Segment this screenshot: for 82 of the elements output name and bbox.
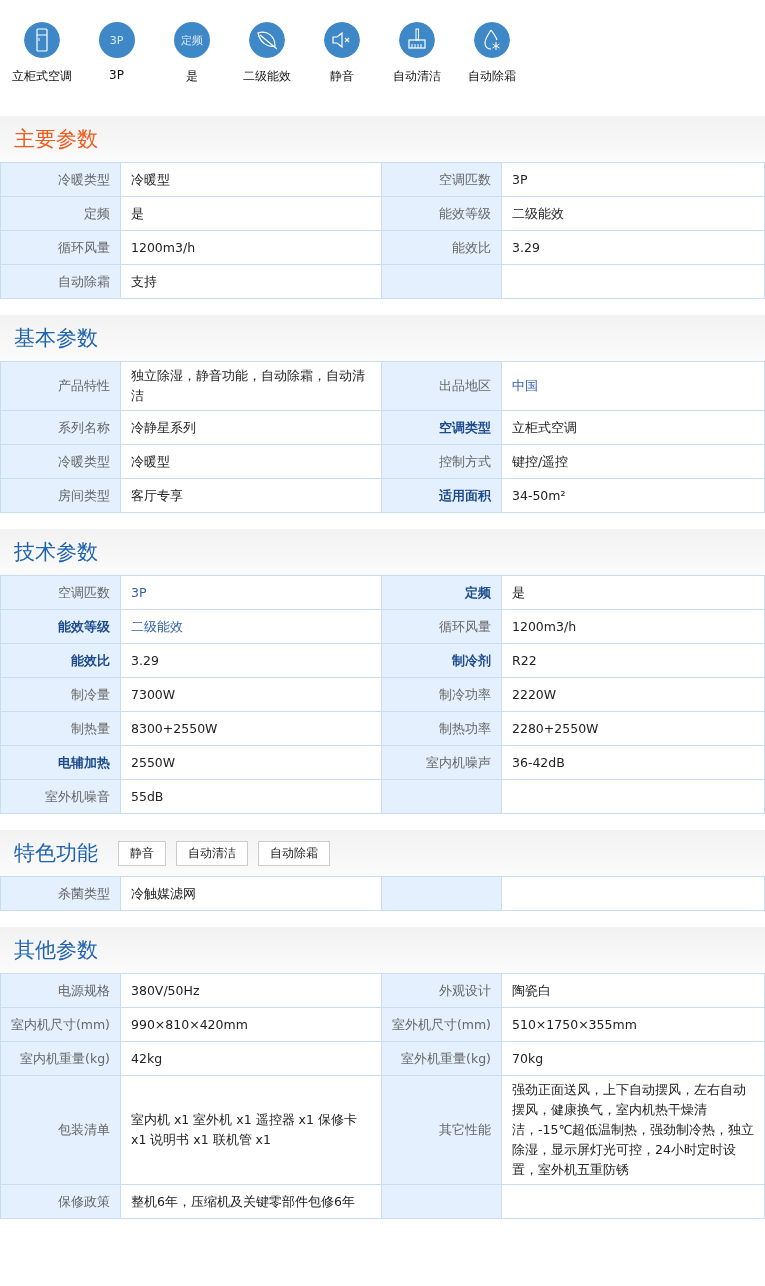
feature-tag: 自动除霜 [258, 840, 330, 866]
spec-value: 1200m3/h [502, 610, 765, 644]
spec-value: 3P [502, 163, 765, 197]
spec-label: 能效等级 [382, 197, 502, 231]
spec-value: 整机6年，压缩机及关键零部件包修6年 [121, 1185, 382, 1219]
spec-label: 空调匹数 [382, 163, 502, 197]
feature-tag: 静音 [118, 840, 166, 866]
spec-label: 保修政策 [1, 1185, 121, 1219]
spec-label: 制热功率 [382, 712, 502, 746]
spec-label: 出品地区 [382, 362, 502, 411]
feature-caption: 静音 [329, 68, 354, 85]
spec-value: 键控/遥控 [502, 445, 765, 479]
spec-label: 室外机重量(kg) [382, 1042, 502, 1076]
spec-label: 电辅加热 [1, 746, 121, 780]
spec-value: 55dB [121, 780, 382, 814]
spec-label: 能效比 [382, 231, 502, 265]
spec-label: 控制方式 [382, 445, 502, 479]
spec-label: 自动除霜 [1, 265, 121, 299]
spec-value: 70kg [502, 1042, 765, 1076]
mute-icon [323, 22, 360, 58]
feature-caption: 是 [185, 68, 198, 85]
spec-label: 包装清单 [1, 1076, 121, 1185]
spec-label: 能效比 [1, 644, 121, 678]
feature-caption: 自动清洁 [392, 68, 441, 85]
spec-value: 立柜式空调 [502, 411, 765, 445]
spec-value: 是 [502, 576, 765, 610]
spec-value: 二级能效 [502, 197, 765, 231]
spec-label: 房间类型 [1, 479, 121, 513]
spec-label: 制热量 [1, 712, 121, 746]
spec-label: 室外机噪音 [1, 780, 121, 814]
spec-value: 2220W [502, 678, 765, 712]
droplet-snowflake-icon [473, 22, 510, 58]
spec-value: 客厅专享 [121, 479, 382, 513]
feature-badge: 定频 [173, 22, 210, 58]
spec-label: 室内机尺寸(mm) [1, 1008, 121, 1042]
spec-label: 循环风量 [1, 231, 121, 265]
spec-label: 外观设计 [382, 974, 502, 1008]
spec-label: 制冷剂 [382, 644, 502, 678]
spec-value: 中国 [502, 362, 765, 411]
spec-label: 适用面积 [382, 479, 502, 513]
spec-label: 制冷功率 [382, 678, 502, 712]
spec-label: 空调类型 [382, 411, 502, 445]
spec-value: 34-50m² [502, 479, 765, 513]
spec-label: 其它性能 [382, 1076, 502, 1185]
spec-value: 510×1750×355mm [502, 1008, 765, 1042]
spec-label: 系列名称 [1, 411, 121, 445]
spec-label: 电源规格 [1, 974, 121, 1008]
feature-caption: 3P [109, 68, 124, 82]
section-title: 主要参数 [14, 126, 98, 153]
spec-label: 室外机尺寸(mm) [382, 1008, 502, 1042]
spec-label: 制冷量 [1, 678, 121, 712]
spec-label: 能效等级 [1, 610, 121, 644]
spec-label: 循环风量 [382, 610, 502, 644]
feature-badge: 3P [98, 22, 135, 58]
spec-value: 3.29 [502, 231, 765, 265]
spec-value: R22 [502, 644, 765, 678]
spec-value: 强劲正面送风，上下自动摆风，左右自动摆风，健康换气，室内机热干燥清洁，-15℃超低温制热，强劲制冷热，独立除湿，显示屏灯光可控，24小时定时设置，室外机五重防锈 [502, 1076, 765, 1185]
spec-value: 36-42dB [502, 746, 765, 780]
spec-value: 2280+2550W [502, 712, 765, 746]
section-title: 其他参数 [14, 937, 98, 964]
feature-caption: 二级能效 [242, 68, 291, 85]
spec-label: 杀菌类型 [1, 877, 121, 911]
spec-label: 室内机重量(kg) [1, 1042, 121, 1076]
section-title: 技术参数 [14, 539, 98, 566]
spec-value: 陶瓷白 [502, 974, 765, 1008]
leaf-icon [248, 22, 285, 58]
spec-label: 空调匹数 [1, 576, 121, 610]
spec-label: 定频 [1, 197, 121, 231]
section-title: 特色功能 [14, 840, 98, 867]
brush-icon [398, 22, 435, 58]
spec-label: 定频 [382, 576, 502, 610]
section-title: 基本参数 [14, 325, 98, 352]
spec-label: 冷暖类型 [1, 163, 121, 197]
spec-label: 冷暖类型 [1, 445, 121, 479]
spec-value: 冷触媒滤网 [121, 877, 382, 911]
feature-caption: 自动除霜 [467, 68, 516, 85]
spec-label: 产品特性 [1, 362, 121, 411]
cabinet-ac-icon [23, 22, 60, 58]
feature-tag: 自动清洁 [176, 840, 248, 866]
spec-label: 室内机噪声 [382, 746, 502, 780]
spec-value: 支持 [121, 265, 382, 299]
feature-caption: 立柜式空调 [11, 68, 72, 85]
